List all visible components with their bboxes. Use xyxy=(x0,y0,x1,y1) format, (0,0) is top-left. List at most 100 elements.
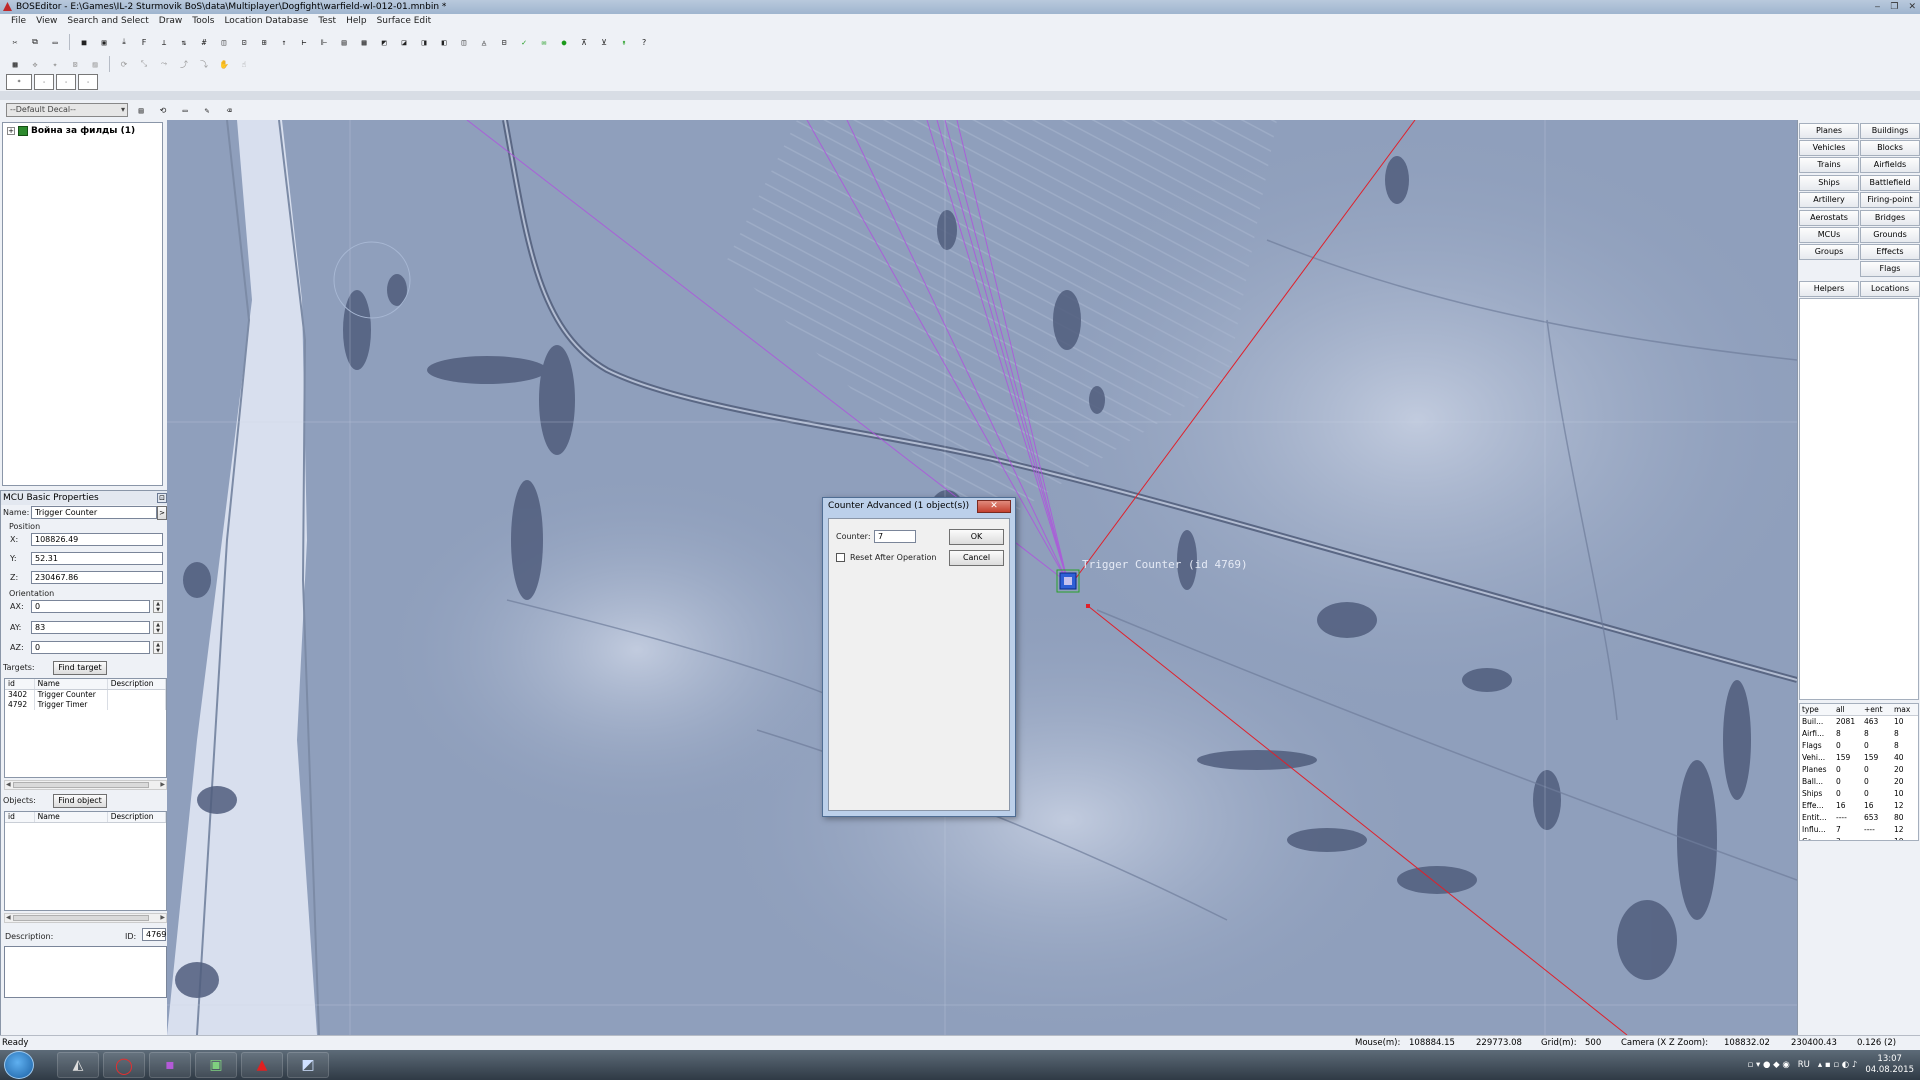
ax-spinner[interactable]: ▲ ▼ xyxy=(153,600,163,613)
objects-list[interactable]: id Name Description xyxy=(4,811,167,911)
ok-button[interactable]: OK xyxy=(949,529,1004,545)
align-icon[interactable]: ⊥ xyxy=(155,34,173,50)
cancel-button[interactable]: Cancel xyxy=(949,550,1004,566)
category-grounds[interactable]: Grounds xyxy=(1860,227,1920,243)
green-dot-icon[interactable]: ● xyxy=(555,34,573,50)
library-icon[interactable]: ▤ xyxy=(335,34,353,50)
dialog-close-button[interactable]: ✕ xyxy=(977,500,1011,513)
category-object-list[interactable] xyxy=(1799,298,1919,700)
category-ships[interactable]: Ships xyxy=(1799,175,1859,191)
decal-erase-icon[interactable]: ⌫ xyxy=(220,102,238,118)
category-artillery[interactable]: Artillery xyxy=(1799,192,1859,208)
copy-icon[interactable]: ⧉ xyxy=(26,34,44,50)
mcu-message-icon[interactable]: ◨ xyxy=(415,34,433,50)
scroll-thumb[interactable] xyxy=(13,782,149,788)
name-field[interactable]: Trigger Counter xyxy=(31,506,157,519)
mail-icon[interactable]: ✉ xyxy=(535,34,553,50)
menu-tools[interactable]: Tools xyxy=(187,14,219,29)
menu-search-and-select[interactable]: Search and Select xyxy=(62,14,153,29)
category-airfields[interactable]: Airfields xyxy=(1860,157,1920,173)
taskbar-network-icon[interactable]: ▣ xyxy=(195,1052,237,1078)
category-locations[interactable]: Locations xyxy=(1860,281,1920,297)
scroll-right-icon[interactable]: ▶ xyxy=(160,781,165,788)
view-mode-3-icon[interactable]: · xyxy=(56,74,76,90)
resize-icon[interactable]: ⤡ xyxy=(135,56,153,72)
check-icon[interactable]: ✓ xyxy=(515,34,533,50)
x-field[interactable]: 108826.49 xyxy=(31,533,163,546)
category-effects[interactable]: Effects xyxy=(1860,244,1920,260)
menu-surface-edit[interactable]: Surface Edit xyxy=(372,14,437,29)
category-groups[interactable]: Groups xyxy=(1799,244,1859,260)
minimize-button[interactable]: ‒ xyxy=(1875,0,1881,14)
objects-scrollbar[interactable]: ◀ ▶ xyxy=(4,913,167,923)
expand-icon[interactable]: + xyxy=(7,127,15,135)
help-icon[interactable]: ? xyxy=(635,34,653,50)
category-firing-point[interactable]: Firing-point xyxy=(1860,192,1920,208)
col-description[interactable]: Description xyxy=(108,812,166,822)
counter-input[interactable]: 7 xyxy=(874,530,916,543)
ay-spinner[interactable]: ▲ ▼ xyxy=(153,621,163,634)
group-tool-icon[interactable]: ▣ xyxy=(95,34,113,50)
decal-paint-icon[interactable]: ✎ xyxy=(198,102,216,118)
category-trains[interactable]: Trains xyxy=(1799,157,1859,173)
hand-icon[interactable]: ✋ xyxy=(215,56,233,72)
layer-icon[interactable]: ▦ xyxy=(355,34,373,50)
category-bridges[interactable]: Bridges xyxy=(1860,210,1920,226)
category-battlefield[interactable]: Battlefield xyxy=(1860,175,1920,191)
scroll-left-icon[interactable]: ◀ xyxy=(6,914,11,921)
view-mode-2-icon[interactable]: · xyxy=(34,74,54,90)
pin-icon[interactable]: ⊡ xyxy=(157,493,167,503)
targets-list[interactable]: id Name Description 3402 Trigger Counter… xyxy=(4,678,167,778)
category-aerostats[interactable]: Aerostats xyxy=(1799,210,1859,226)
path-icon[interactable]: ⤳ xyxy=(155,56,173,72)
az-spinner[interactable]: ▲ ▼ xyxy=(153,641,163,654)
table-row[interactable]: 4792 Trigger Timer xyxy=(5,700,166,710)
node-icon[interactable]: ⤵ xyxy=(195,56,213,72)
mcu-waypoint-icon[interactable]: ◬ xyxy=(475,34,493,50)
mcu-trigger-icon[interactable]: ◪ xyxy=(395,34,413,50)
paste-icon[interactable]: ▭ xyxy=(46,34,64,50)
category-buildings[interactable]: Buildings xyxy=(1860,123,1920,139)
decal-frame-icon[interactable]: ▭ xyxy=(176,102,194,118)
category-mcus[interactable]: MCUs xyxy=(1799,227,1859,243)
tree-root-item[interactable]: + Война за филды (1) xyxy=(7,126,135,136)
language-indicator[interactable]: RU xyxy=(1798,1060,1810,1070)
category-blocks[interactable]: Blocks xyxy=(1860,140,1920,156)
view-mode-icon[interactable]: * xyxy=(6,74,32,90)
taskbar-bos-icon[interactable]: ▲ xyxy=(241,1052,283,1078)
decal-select[interactable]: --Default Decal-- xyxy=(6,103,128,117)
snap-icon[interactable]: ⊠ xyxy=(66,56,84,72)
reset-after-operation-checkbox[interactable] xyxy=(836,553,845,562)
maximize-button[interactable]: ❐ xyxy=(1890,0,1898,14)
decal-list-icon[interactable]: ▤ xyxy=(132,102,150,118)
find-target-button[interactable]: Find target xyxy=(53,661,107,675)
find-object-button[interactable]: Find object xyxy=(53,794,107,808)
taskbar-editor-icon[interactable]: ◩ xyxy=(287,1052,329,1078)
description-field[interactable] xyxy=(4,946,167,998)
tray-icons-2[interactable]: ▴ ▪ ▫ ◐ ♪ xyxy=(1818,1060,1857,1070)
az-field[interactable]: 0 xyxy=(31,641,150,654)
col-name[interactable]: Name xyxy=(35,812,108,822)
refresh-icon[interactable]: ⟳ xyxy=(115,56,133,72)
checker-icon[interactable]: ▩ xyxy=(6,56,24,72)
scroll-right-icon[interactable]: ▶ xyxy=(160,914,165,921)
path-alt-icon[interactable]: ⤴ xyxy=(175,56,193,72)
move-icon[interactable]: ✥ xyxy=(26,56,44,72)
ruler-icon[interactable]: ⊼ xyxy=(575,34,593,50)
name-browse-button[interactable]: > xyxy=(157,506,167,520)
column-icon[interactable]: ⊞ xyxy=(255,34,273,50)
grid-icon[interactable]: # xyxy=(195,34,213,50)
flag-tool-icon[interactable]: F xyxy=(135,34,153,50)
mcu-link-handle[interactable] xyxy=(1086,604,1090,608)
image-icon[interactable]: ▨ xyxy=(86,56,104,72)
drop-to-ground-icon[interactable]: ⤓ xyxy=(115,34,133,50)
block-tool-icon[interactable]: ■ xyxy=(75,34,93,50)
taskbar-save-icon[interactable]: ▪ xyxy=(149,1052,191,1078)
mcu-on-icon[interactable]: ◩ xyxy=(375,34,393,50)
close-window-button[interactable]: ✕ xyxy=(1908,0,1916,14)
targets-scrollbar[interactable]: ◀ ▶ xyxy=(4,780,167,790)
menu-draw[interactable]: Draw xyxy=(154,14,188,29)
rotate-icon[interactable]: ✦ xyxy=(46,56,64,72)
tray-icons[interactable]: ▫ ▾ ● ◆ ◉ xyxy=(1748,1060,1790,1070)
scroll-left-icon[interactable]: ◀ xyxy=(6,781,11,788)
